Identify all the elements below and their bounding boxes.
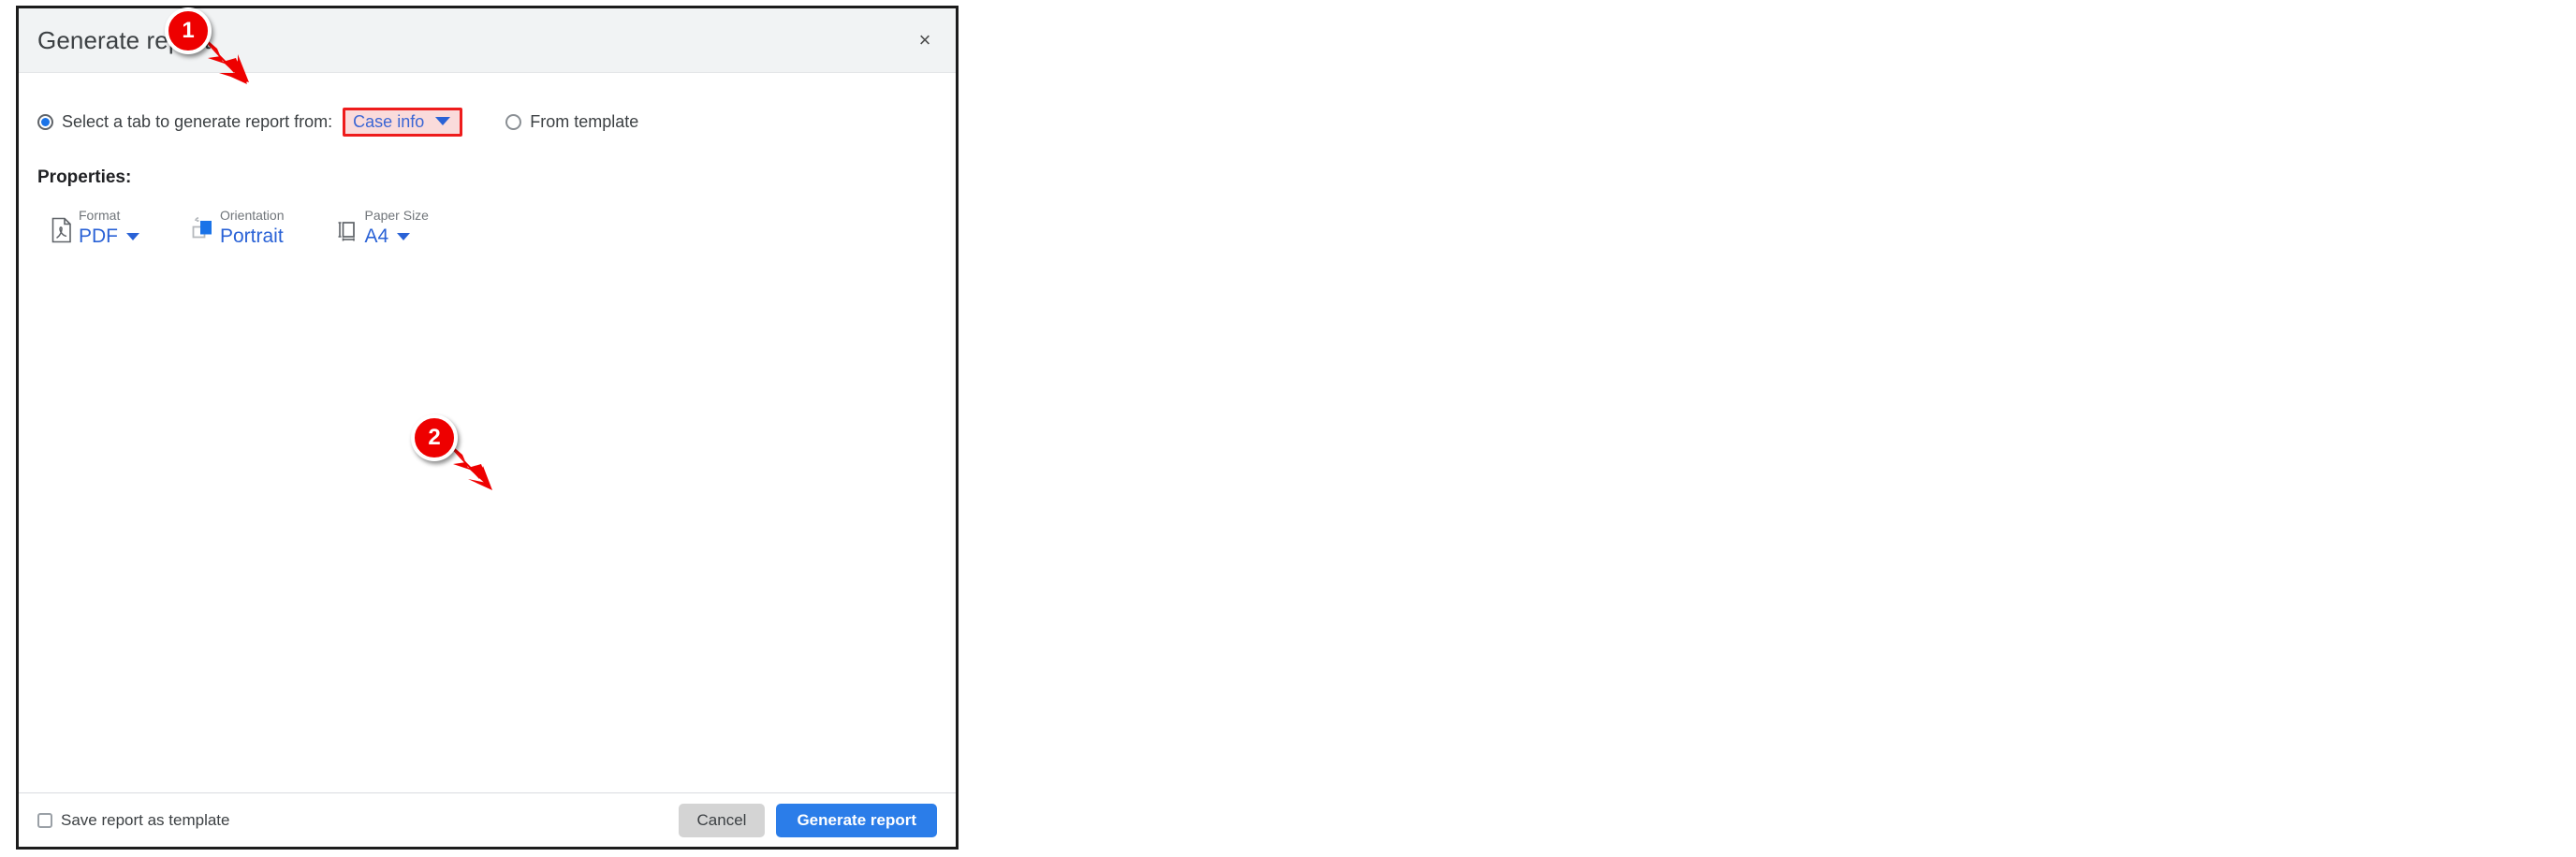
property-paper-size-label: Paper Size xyxy=(364,208,429,223)
dialog-titlebar: Generate report × xyxy=(19,8,956,73)
properties-heading: Properties: xyxy=(37,167,132,187)
dialog-body: Select a tab to generate report from: Ca… xyxy=(19,73,956,792)
property-orientation-value: Portrait xyxy=(220,225,284,247)
radio-select-tab[interactable]: Select a tab to generate report from: xyxy=(37,112,332,132)
property-orientation-texts: Orientation Portrait xyxy=(220,209,284,246)
generate-report-button[interactable]: Generate report xyxy=(776,803,937,837)
radio-select-tab-label: Select a tab to generate report from: xyxy=(62,111,333,131)
radio-from-template-label: From template xyxy=(530,111,639,131)
property-orientation-label: Orientation xyxy=(220,208,285,223)
radio-select-tab-indicator[interactable] xyxy=(37,113,53,130)
property-paper-size-texts: Paper Size A4 xyxy=(364,209,428,246)
properties-row: Format PDF Orientation Portrait Paper Si… xyxy=(37,209,937,246)
tab-source-dropdown[interactable]: Case info xyxy=(343,107,463,137)
screenshot-root: Generate report × Select a tab to genera… xyxy=(0,0,2576,857)
property-paper-size[interactable]: Paper Size A4 xyxy=(335,209,429,246)
report-source-row: Select a tab to generate report from: Ca… xyxy=(37,99,937,144)
save-as-template-checkbox[interactable]: Save report as template xyxy=(37,811,229,830)
callout-badge-1: 1 xyxy=(165,7,212,54)
property-format-value-row: PDF xyxy=(79,226,139,246)
property-format-texts: Format PDF xyxy=(79,209,139,246)
generate-report-dialog: Generate report × Select a tab to genera… xyxy=(16,6,959,850)
dialog-footer: Save report as template Cancel Generate … xyxy=(19,792,956,847)
property-orientation[interactable]: Orientation Portrait xyxy=(191,209,284,246)
tab-source-dropdown-value: Case info xyxy=(353,111,425,131)
property-format-label: Format xyxy=(79,208,121,223)
callout-badge-2: 2 xyxy=(411,414,458,461)
save-as-template-checkbox-box[interactable] xyxy=(37,812,52,828)
radio-from-template[interactable]: From template xyxy=(505,112,638,132)
chevron-down-icon[interactable] xyxy=(126,232,139,240)
property-orientation-value-row: Portrait xyxy=(220,226,284,246)
close-icon[interactable]: × xyxy=(909,24,941,56)
property-paper-size-value-row: A4 xyxy=(364,226,428,246)
radio-from-template-indicator[interactable] xyxy=(505,113,522,130)
property-format[interactable]: Format PDF xyxy=(50,209,139,246)
save-as-template-label: Save report as template xyxy=(61,810,230,829)
chevron-down-icon xyxy=(435,117,451,125)
cancel-button[interactable]: Cancel xyxy=(678,803,766,837)
paper-size-icon xyxy=(338,222,356,241)
pdf-document-icon xyxy=(51,217,71,243)
property-paper-size-value: A4 xyxy=(364,225,389,247)
property-format-value: PDF xyxy=(79,225,118,247)
chevron-down-icon[interactable] xyxy=(397,232,411,240)
page-orientation-icon xyxy=(192,217,212,239)
